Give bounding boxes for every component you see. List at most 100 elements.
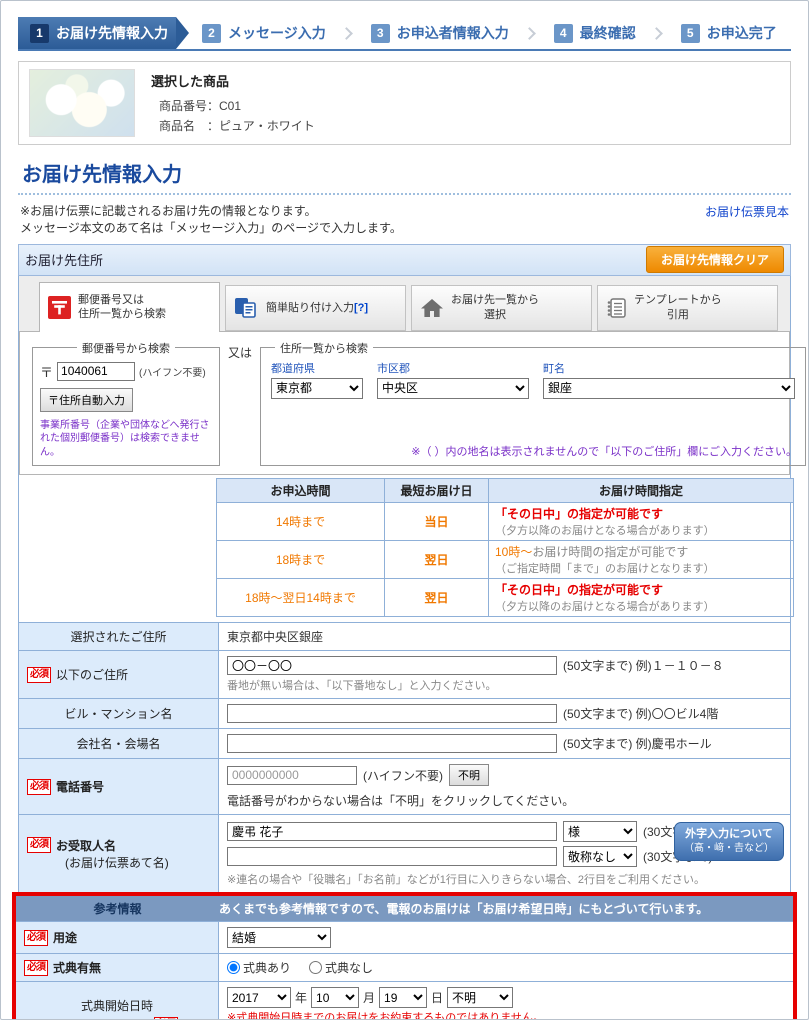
recipient-sublabel: (お届け伝票あて名)	[65, 854, 169, 871]
honorific2-select[interactable]: 敬称なし	[563, 846, 637, 867]
honorific1-select[interactable]: 様	[563, 821, 637, 842]
template-list-icon	[606, 297, 627, 319]
gaiji-input-button[interactable]: 外字入力について （髙・﨑・𠮷など）	[674, 822, 784, 860]
building-input[interactable]	[227, 704, 557, 723]
home-icon	[420, 297, 444, 319]
required-badge: 必須	[27, 837, 51, 853]
tab-template-line1: テンプレートから	[634, 294, 722, 306]
step-5-label: お申込完了	[707, 23, 777, 43]
company-label: 会社名・会場名	[19, 729, 219, 758]
row2-designation-line1: 10時～お届け時間の指定が可能です	[495, 543, 787, 560]
row3-designation-line1: 「その日中」の指定が可能です	[495, 581, 787, 598]
month-unit: 月	[363, 989, 375, 1006]
phone-label-cell: 必須 電話番号	[19, 759, 219, 814]
paren-placename-note: ※（ ）内の地名は表示されませんので「以下のご住所」欄にご入力ください。	[411, 443, 797, 459]
order-form-page: 1 お届け先情報入力 2 メッセージ入力 3 お申込者情報入力 4 最終確認 5…	[0, 0, 809, 1020]
ceremony-no-radio[interactable]	[309, 961, 322, 974]
recipient-name2-input[interactable]	[227, 847, 557, 866]
or-label: 又は	[228, 344, 252, 467]
product-name-line: 商品名 ：ピュア・ホワイト	[159, 117, 315, 134]
phone-label: 電話番号	[56, 778, 104, 795]
tab-paste-input[interactable]: 簡単貼り付け入力[?]	[225, 285, 406, 331]
product-code-line: 商品番号：C01	[159, 97, 315, 114]
purpose-select[interactable]: 結婚	[227, 927, 331, 948]
row3-designation-line2: （夕方以降のお届けとなる場合があります）	[495, 598, 787, 614]
tab-address-list-select[interactable]: お届け先一覧から 選択	[411, 285, 592, 331]
ceremony-start-value-cell: 2017 年 10 月 19 日 不明 ※式典開始日時までのお届けをお約束するも…	[219, 982, 793, 1020]
schedule-header-row: お申込時間 最短お届け日 お届け時間指定	[217, 479, 794, 503]
phone-row: 必須 電話番号 (ハイフン不要) 不明 電話番号がわからない場合は「不明」をクリ…	[19, 758, 790, 814]
recipient-name1-input[interactable]	[227, 822, 557, 841]
address-input-tabs: 郵便番号又は 住所一覧から検索 簡単貼り付け入力[?] お届け先一覧から 選	[19, 276, 790, 332]
step-5-number: 5	[681, 24, 700, 43]
postal-search-fieldset: 郵便番号から検索 〒 (ハイフン不要) 〒住所自動入力 事業所番号（企業や団体な…	[32, 340, 220, 467]
phone-unknown-button[interactable]: 不明	[449, 764, 489, 786]
phone-note: 電話番号がわからない場合は「不明」をクリックしてください。	[227, 792, 574, 809]
tab-address-list-line2: 選択	[451, 308, 539, 322]
selected-product-box: 選択した商品 商品番号：C01 商品名 ：ピュア・ホワイト	[18, 61, 791, 145]
ceremony-start-label: 式典開始日時	[81, 997, 153, 1014]
address-autofill-button[interactable]: 〒住所自動入力	[40, 388, 133, 412]
address-search-legend: 住所一覧から検索	[275, 340, 373, 356]
product-name: ピュア・ホワイト	[219, 119, 315, 133]
step-1-label: お届け先情報入力	[56, 23, 168, 43]
prefecture-select[interactable]: 東京都	[271, 378, 363, 399]
purpose-label: 用途	[53, 929, 77, 946]
required-badge: 必須	[27, 667, 51, 683]
town-column: 町名 銀座	[543, 360, 795, 399]
tab-template-quote[interactable]: テンプレートから 引用	[597, 285, 778, 331]
row1-apply-time: 14時まで	[217, 503, 385, 541]
postal-mark-icon	[48, 296, 71, 319]
postal-code-input[interactable]	[57, 362, 135, 381]
ceremony-month-select[interactable]: 10	[311, 987, 359, 1008]
address-list-search-fieldset: 住所一覧から検索 都道府県 東京都 市区郡 中央区	[260, 340, 806, 467]
town-select[interactable]: 銀座	[543, 378, 795, 399]
postal-hyphen-note: (ハイフン不要)	[139, 364, 206, 379]
ceremony-time-select[interactable]: 不明	[447, 987, 513, 1008]
prefecture-label: 都道府県	[271, 360, 363, 376]
tab-postal-code-search[interactable]: 郵便番号又は 住所一覧から検索	[39, 282, 220, 332]
row1-designation-line1: 「その日中」の指定が可能です	[495, 505, 787, 522]
schedule-row-2: 18時まで 翌日 10時～お届け時間の指定が可能です （ご指定時間「まで」のお届…	[217, 541, 794, 579]
ceremony-no-option[interactable]: 式典なし	[309, 959, 373, 976]
ceremony-yes-radio[interactable]	[227, 961, 240, 974]
ceremony-row: 必須 式典有無 式典あり 式典なし	[16, 953, 793, 981]
tab-template-label: テンプレートから 引用	[634, 293, 722, 322]
year-unit: 年	[295, 989, 307, 1006]
intro-note-line1: ※お届け伝票に記載されるお届け先の情報となります。	[20, 203, 402, 220]
ceremony-yes-option[interactable]: 式典あり	[227, 959, 291, 976]
voucher-sample-link[interactable]: お届け伝票見本	[705, 203, 789, 220]
tab-paste-help-link[interactable]: [?]	[354, 302, 368, 314]
address-detail-row: 必須 以下のご住所 (50文字まで) 例)１－１０－８ 番地が無い場合は、「以下…	[19, 650, 790, 698]
phone-value-cell: (ハイフン不要) 不明 電話番号がわからない場合は「不明」をクリックしてください…	[219, 759, 790, 814]
product-image	[29, 69, 135, 137]
address-detail-label: 以下のご住所	[56, 666, 128, 683]
product-heading: 選択した商品	[151, 71, 315, 90]
company-input[interactable]	[227, 734, 557, 753]
product-code: C01	[219, 99, 241, 113]
town-label: 町名	[543, 360, 795, 376]
phone-hyphen-note: (ハイフン不要)	[363, 767, 443, 784]
company-value-cell: (50文字まで) 例)慶弔ホール	[219, 729, 790, 758]
prefecture-column: 都道府県 東京都	[271, 360, 363, 399]
city-select[interactable]: 中央区	[377, 378, 529, 399]
address-detail-input[interactable]	[227, 656, 557, 675]
gaiji-button-line1: 外字入力について	[685, 828, 773, 840]
ceremony-label: 式典有無	[53, 959, 101, 976]
ceremony-year-select[interactable]: 2017	[227, 987, 291, 1008]
intro-notes: ※お届け伝票に記載されるお届け先の情報となります。 メッセージ本文のあて名は「メ…	[20, 203, 789, 238]
tab-template-line2: 引用	[634, 308, 722, 322]
phone-input[interactable]	[227, 766, 357, 785]
reference-header-bar: 参考情報 あくまでも参考情報ですので、電報のお届けは「お届け希望日時」にもとづい…	[16, 896, 793, 921]
ceremony-day-select[interactable]: 19	[379, 987, 427, 1008]
city-label: 市区郡	[377, 360, 529, 376]
reference-header-note: あくまでも参考情報ですので、電報のお届けは「お届け希望日時」にもとづいて行います…	[219, 900, 708, 917]
step-3-number: 3	[371, 24, 390, 43]
step-2-message: 2 メッセージ入力	[176, 17, 336, 49]
intro-note-text: ※お届け伝票に記載されるお届け先の情報となります。 メッセージ本文のあて名は「メ…	[20, 203, 402, 238]
delivery-address-box: 郵便番号又は 住所一覧から検索 簡単貼り付け入力[?] お届け先一覧から 選	[18, 276, 791, 1020]
ceremony-start-note1: ※式典開始日時までのお届けをお約束するものではありません。	[227, 1011, 785, 1020]
clear-delivery-info-button[interactable]: お届け先情報クリア	[646, 246, 784, 273]
schedule-row-3: 18時～翌日14時まで 翌日 「その日中」の指定が可能です （夕方以降のお届けと…	[217, 579, 794, 617]
tab-postal-label-line1: 郵便番号又は	[78, 294, 144, 306]
